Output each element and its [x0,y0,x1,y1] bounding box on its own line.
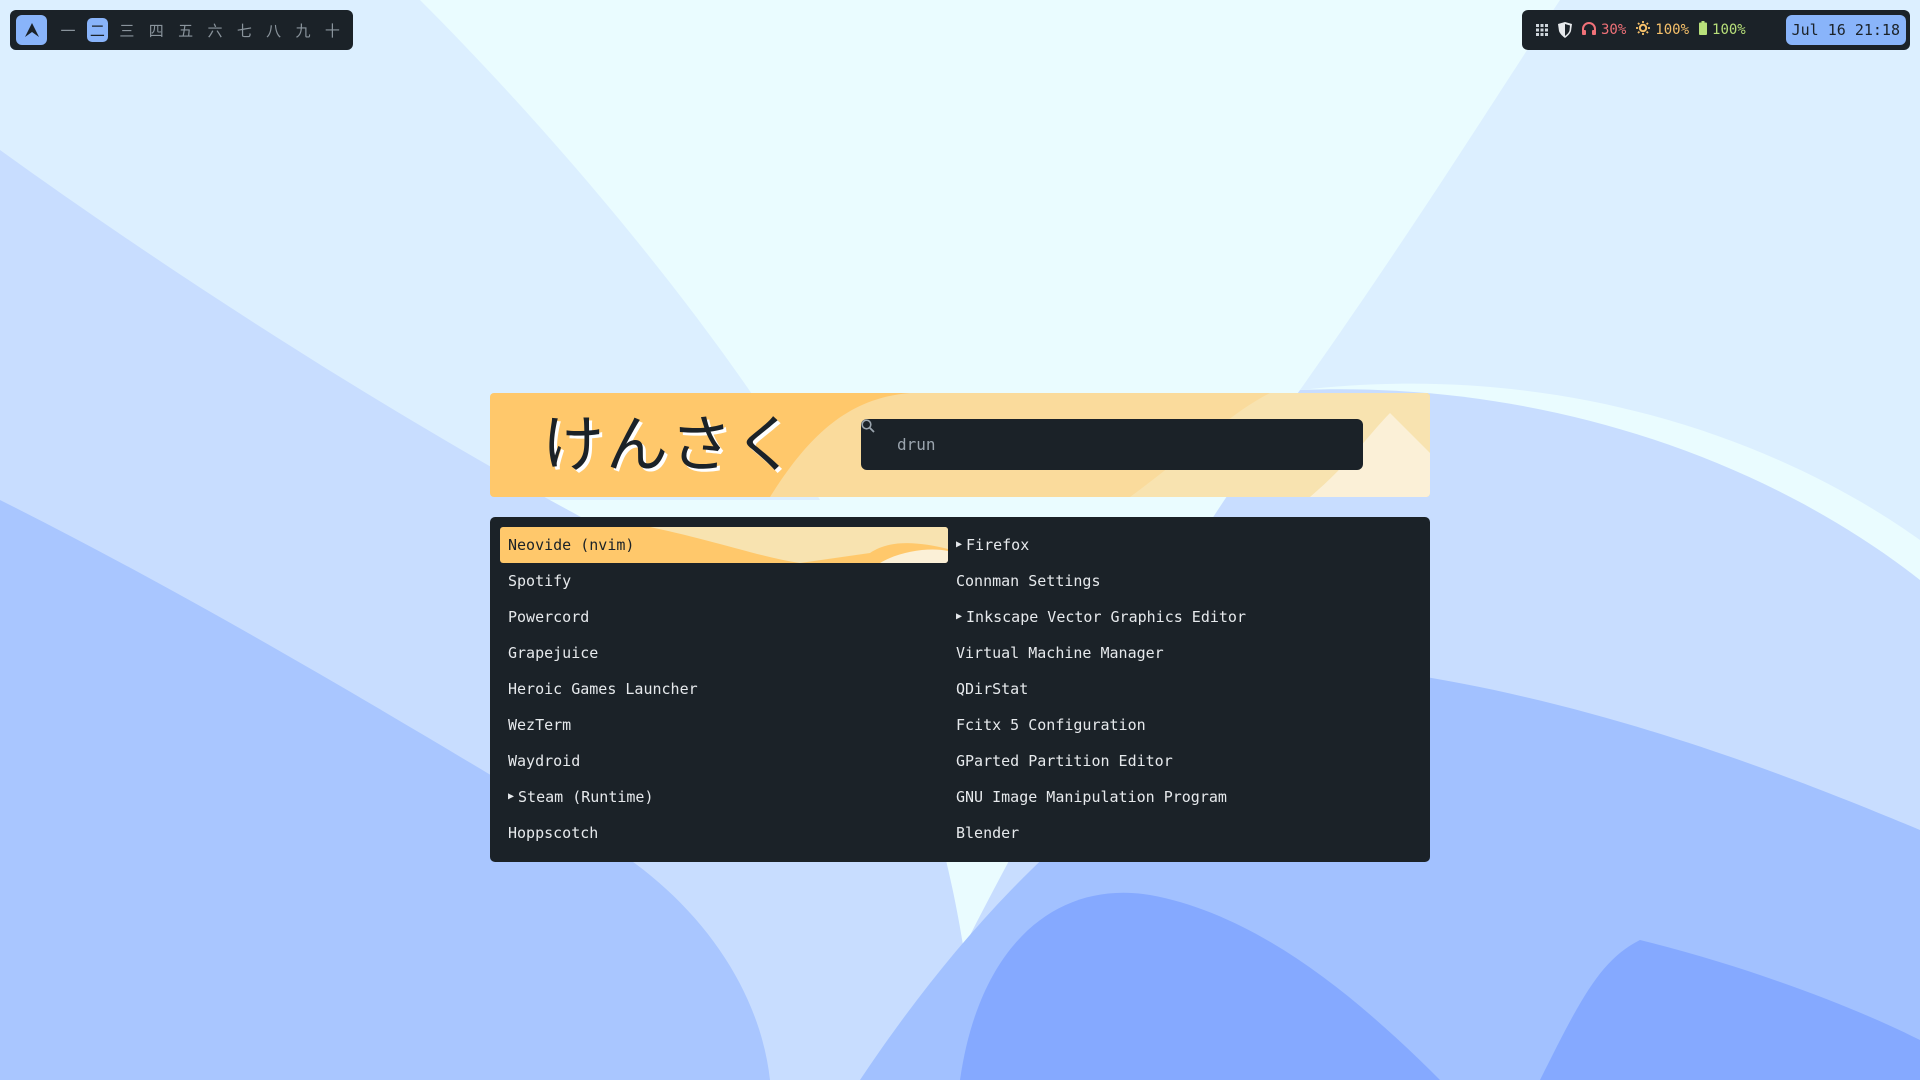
list-item[interactable]: ▶ Inkscape Vector Graphics Editor [948,599,1396,635]
list-item-label: Connman Settings [956,572,1101,590]
brightness-value: 100% [1655,22,1690,38]
submenu-arrow-icon: ▶ [508,790,515,802]
list-item-label: Inkscape Vector Graphics Editor [966,608,1246,626]
list-item-label: GParted Partition Editor [956,752,1173,770]
brightness-indicator[interactable]: 100% [1636,21,1689,39]
workspace-5[interactable]: 五 [171,15,200,45]
list-item-label: Fcitx 5 Configuration [956,716,1146,734]
list-item-label: Spotify [508,572,572,590]
list-item[interactable]: Hoppscotch [500,815,948,851]
list-item-label: WezTerm [508,716,572,734]
volume-indicator[interactable]: 30% [1582,21,1627,39]
app-list: Neovide (nvim) Spotify Powercord Grapeju… [490,517,1430,862]
list-item[interactable]: ▶ Steam (Runtime) [500,779,948,815]
volume-value: 30% [1601,22,1627,38]
battery-indicator[interactable]: 100% [1699,21,1746,39]
workspace-7[interactable]: 七 [230,15,259,45]
battery-icon [1699,21,1708,39]
list-item-label: Waydroid [508,752,581,770]
headphones-icon [1582,21,1596,39]
grid-icon[interactable] [1536,24,1548,36]
list-item[interactable]: Grapejuice [500,635,948,671]
app-list-left-column: Neovide (nvim) Spotify Powercord Grapeju… [500,527,948,851]
list-item[interactable]: Fcitx 5 Configuration [948,707,1396,743]
list-item[interactable]: Spotify [500,563,948,599]
list-item-label: QDirStat [956,680,1029,698]
search-text: drun [897,435,936,454]
list-item[interactable]: ▶ Firefox [948,527,1396,563]
workspace-bar: 一 二 三 四 五 六 七 八 九 十 [10,10,353,50]
submenu-arrow-icon: ▶ [956,610,963,622]
workspace-3[interactable]: 三 [112,15,141,45]
shield-icon[interactable] [1558,22,1572,38]
list-item-label: Hoppscotch [508,824,599,842]
workspace-1[interactable]: 一 [53,15,82,45]
list-item-label: Neovide (nvim) [508,536,635,554]
workspace-9[interactable]: 九 [288,15,317,45]
app-list-right-column: ▶ Firefox Connman Settings ▶ Inkscape Vect… [948,527,1396,851]
list-item[interactable]: Blender [948,815,1396,851]
clock[interactable]: Jul 16 21:18 [1785,15,1906,45]
list-item[interactable]: GParted Partition Editor [948,743,1396,779]
launcher-header: けんさく drun [490,393,1430,497]
list-item[interactable]: WezTerm [500,707,948,743]
list-item-label: Virtual Machine Manager [956,644,1164,662]
list-item[interactable]: QDirStat [948,671,1396,707]
status-bar: 30% 100% 100% Jul 16 21:18 [1522,10,1910,50]
list-item[interactable]: Connman Settings [948,563,1396,599]
submenu-arrow-icon: ▶ [956,538,963,550]
list-item-label: Steam (Runtime) [518,788,654,806]
list-item-selected[interactable]: Neovide (nvim) [500,527,948,563]
list-item-label: Powercord [508,608,590,626]
list-item[interactable]: Virtual Machine Manager [948,635,1396,671]
workspace-6[interactable]: 六 [200,15,229,45]
list-item[interactable]: Powercord [500,599,948,635]
launcher-prompt: けんさく [542,408,799,481]
brightness-icon [1636,21,1651,39]
list-item-label: Heroic Games Launcher [508,680,698,698]
list-item-label: Firefox [966,536,1030,554]
battery-value: 100% [1712,22,1746,38]
workspace-4[interactable]: 四 [142,15,171,45]
list-item-label: Blender [956,824,1020,842]
workspace-8[interactable]: 八 [259,15,288,45]
list-item-label: Grapejuice [508,644,599,662]
list-item[interactable]: GNU Image Manipulation Program [948,779,1396,815]
workspace-10[interactable]: 十 [318,15,347,45]
list-item-label: GNU Image Manipulation Program [956,788,1227,806]
list-item[interactable]: Heroic Games Launcher [500,671,948,707]
list-item[interactable]: Waydroid [500,743,948,779]
search-input[interactable]: drun [861,419,1363,470]
launcher-logo-icon[interactable] [16,15,48,45]
workspace-2[interactable]: 二 [86,18,109,42]
